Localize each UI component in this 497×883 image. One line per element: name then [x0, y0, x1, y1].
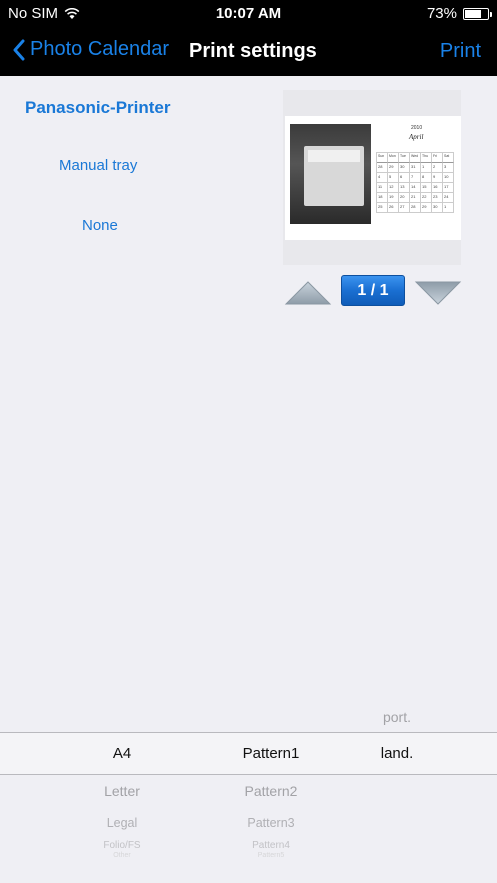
status-bar: No SIM 10:07 AM 73%	[0, 0, 497, 28]
paper-size-option[interactable]: Legal	[62, 816, 182, 830]
battery-percent: 73%	[426, 5, 457, 22]
calendar-day: 12	[388, 183, 399, 193]
battery-status: 73%	[426, 5, 492, 22]
navigation-bar: Photo Calendar Print settings Print	[0, 28, 497, 76]
calendar-month: April	[409, 133, 424, 141]
back-button[interactable]: Photo Calendar	[12, 38, 169, 61]
clock: 10:07 AM	[215, 5, 282, 22]
paper-size-column[interactable]: A4 Letter Legal Folio/FS Other	[62, 702, 182, 883]
calendar-day: 7	[410, 173, 421, 183]
calendar-year: 2010	[411, 125, 423, 131]
paper-size-option[interactable]: Folio/FS	[62, 840, 182, 851]
calendar-weekday: Sat	[443, 153, 454, 163]
calendar-day: 31	[410, 163, 421, 173]
calendar-day: 4	[377, 173, 388, 183]
calendar-weekday: Tue	[399, 153, 410, 163]
calendar-day: 3	[443, 163, 454, 173]
option-selector[interactable]: None	[82, 217, 118, 234]
calendar-day: 29	[388, 163, 399, 173]
calendar-day: 10	[443, 173, 454, 183]
calendar-day: 15	[421, 183, 432, 193]
calendar-day: 23	[432, 193, 443, 203]
calendar-day: 11	[377, 183, 388, 193]
calendar-day: 5	[388, 173, 399, 183]
calendar-day: 26	[388, 203, 399, 213]
orientation-column[interactable]: port. land.	[337, 702, 457, 883]
back-label: Photo Calendar	[30, 38, 169, 60]
paper-size-option[interactable]: Letter	[62, 783, 182, 799]
calendar-day: 30	[432, 203, 443, 213]
battery-icon	[463, 7, 492, 20]
pattern-selected[interactable]: Pattern1	[211, 745, 331, 762]
page-indicator: 1 / 1	[341, 275, 405, 306]
paper-size-option[interactable]: Other	[62, 852, 182, 859]
orientation-selected[interactable]: land.	[337, 745, 457, 762]
pattern-option[interactable]: Pattern2	[211, 783, 331, 799]
calendar-day: 20	[399, 193, 410, 203]
calendar-day: 18	[377, 193, 388, 203]
calendar-weekday: Wed	[410, 153, 421, 163]
pattern-option[interactable]: Pattern4	[211, 840, 331, 851]
calendar-day: 21	[410, 193, 421, 203]
orientation-option[interactable]: port.	[337, 709, 457, 725]
calendar-day: 16	[432, 183, 443, 193]
calendar-weekday: Fri	[432, 153, 443, 163]
pattern-column[interactable]: Pattern1 Pattern2 Pattern3 Pattern4 Patt…	[211, 702, 331, 883]
settings-picker[interactable]: A4 Letter Legal Folio/FS Other Pattern1 …	[0, 702, 497, 883]
calendar-day: 27	[399, 203, 410, 213]
calendar-day: 22	[421, 193, 432, 203]
page-down-arrow-icon[interactable]	[414, 280, 462, 306]
calendar-day: 25	[377, 203, 388, 213]
print-preview: 2010 April Sun Mon Tue Wed Thu Fri Sat 28 29 30 31…	[285, 116, 461, 240]
calendar-day: 24	[443, 193, 454, 203]
calendar-day: 19	[388, 193, 399, 203]
calendar-day: 29	[421, 203, 432, 213]
calendar-day: 1	[443, 203, 454, 213]
page-title: Print settings	[189, 40, 317, 62]
chevron-left-icon	[13, 39, 25, 60]
printer-selector[interactable]: Panasonic-Printer	[25, 98, 171, 118]
calendar-weekday: Sun	[377, 153, 388, 163]
calendar-day: 2	[432, 163, 443, 173]
calendar-weekday: Mon	[388, 153, 399, 163]
page-up-arrow-icon[interactable]	[284, 280, 332, 306]
calendar-day: 28	[377, 163, 388, 173]
calendar-day: 14	[410, 183, 421, 193]
calendar-day: 13	[399, 183, 410, 193]
pattern-option[interactable]: Pattern3	[211, 816, 331, 830]
print-button[interactable]: Print	[440, 40, 481, 63]
calendar-day: 1	[421, 163, 432, 173]
tray-selector[interactable]: Manual tray	[59, 157, 137, 174]
calendar-weekday: Thu	[421, 153, 432, 163]
calendar-day: 30	[399, 163, 410, 173]
calendar-day: 8	[421, 173, 432, 183]
preview-photo	[290, 124, 371, 224]
calendar-grid: Sun Mon Tue Wed Thu Fri Sat 28 29 30 31 1 2 3 4 5 6 7 8 9 10…	[376, 152, 454, 213]
calendar-day: 6	[399, 173, 410, 183]
calendar-day: 17	[443, 183, 454, 193]
paper-size-selected[interactable]: A4	[62, 745, 182, 762]
calendar-day: 9	[432, 173, 443, 183]
calendar-day: 28	[410, 203, 421, 213]
pattern-option[interactable]: Pattern5	[211, 852, 331, 859]
